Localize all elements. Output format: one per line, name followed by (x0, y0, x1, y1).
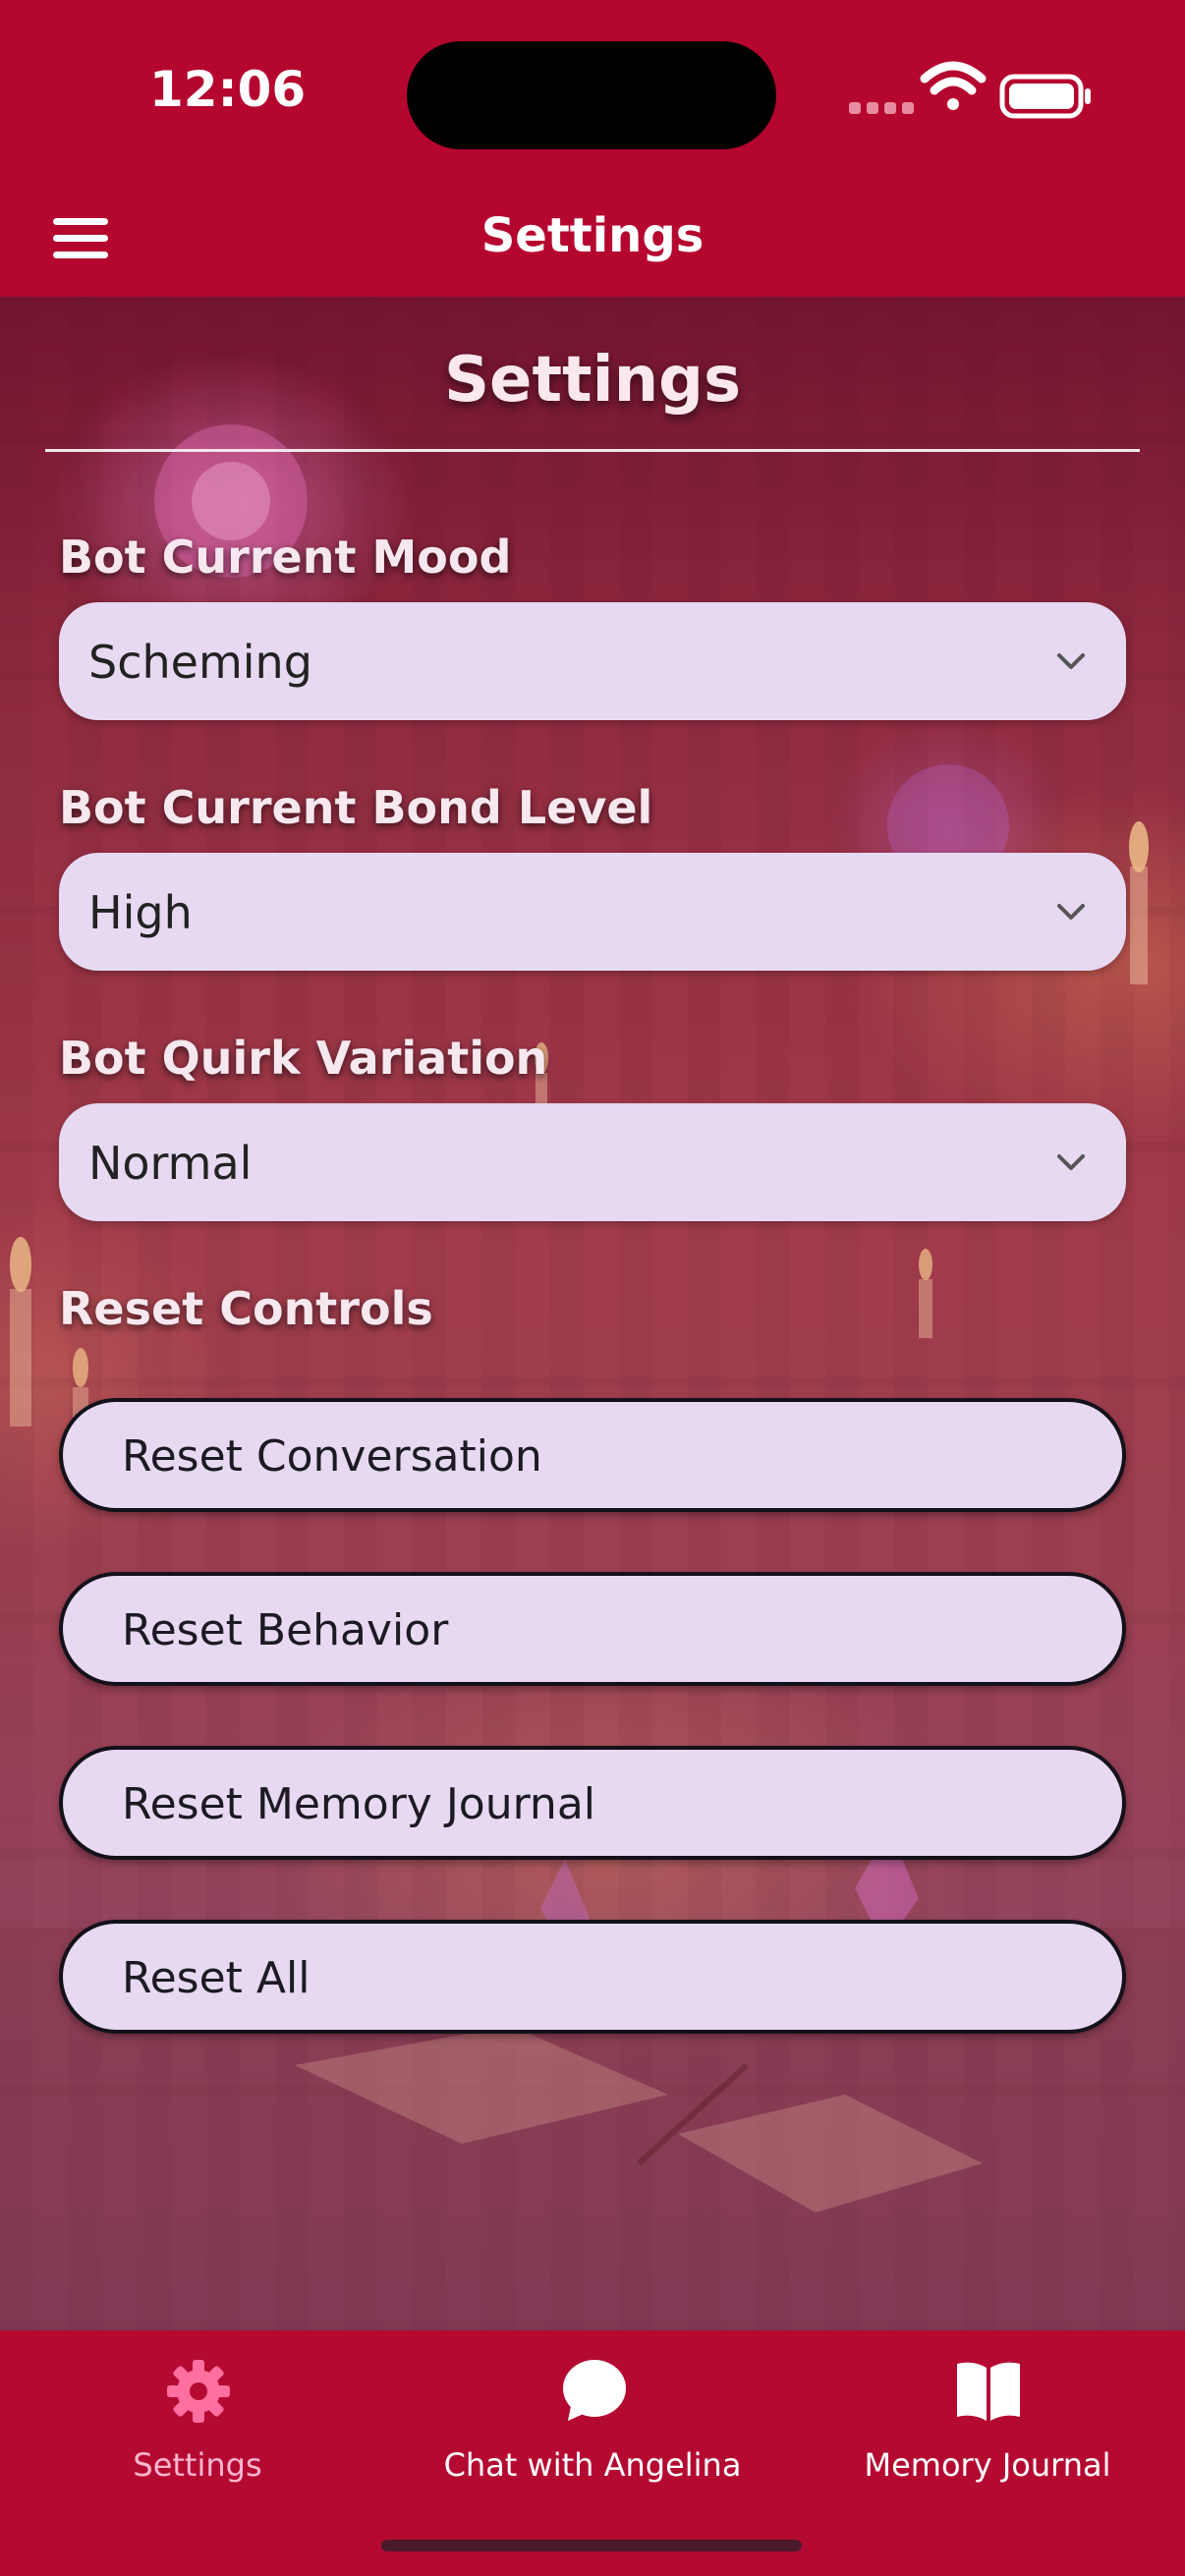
battery-icon (999, 74, 1091, 119)
book-icon (957, 2362, 1020, 2421)
tab-settings-label: Settings (133, 2446, 262, 2484)
title-divider (45, 449, 1140, 452)
status-time: 12:06 (149, 61, 307, 118)
reset-behavior-button[interactable]: Reset Behavior (59, 1572, 1126, 1686)
chevron-down-icon (1057, 653, 1085, 669)
mood-value: Scheming (88, 636, 312, 689)
tab-memory-journal-label: Memory Journal (864, 2446, 1111, 2484)
gear-icon (167, 2360, 230, 2423)
signal-icon (849, 102, 914, 114)
status-icons (849, 61, 1091, 119)
mood-dropdown[interactable]: Scheming (59, 602, 1126, 720)
home-indicator (381, 2540, 802, 2551)
chevron-down-icon (1057, 1154, 1085, 1170)
reset-all-button[interactable]: Reset All (59, 1920, 1126, 2034)
wifi-icon (920, 61, 987, 110)
chevron-down-icon (1057, 904, 1085, 920)
tab-settings[interactable]: Settings (0, 2330, 395, 2527)
app-bar-title: Settings (480, 208, 705, 263)
chat-bubble-icon (563, 2360, 626, 2421)
reset-memory-journal-button[interactable]: Reset Memory Journal (59, 1746, 1126, 1860)
quirk-value: Normal (88, 1137, 253, 1190)
tab-chat-label: Chat with Angelina (443, 2446, 742, 2484)
mood-label: Bot Current Mood (59, 531, 512, 584)
tab-memory-journal[interactable]: Memory Journal (790, 2330, 1185, 2527)
reset-conversation-button[interactable]: Reset Conversation (59, 1398, 1126, 1512)
tab-chat[interactable]: Chat with Angelina (395, 2330, 790, 2527)
bond-value: High (88, 886, 193, 939)
bond-dropdown[interactable]: High (59, 853, 1126, 971)
quirk-label: Bot Quirk Variation (59, 1032, 548, 1085)
page-title: Settings (443, 344, 742, 417)
reset-controls-label: Reset Controls (59, 1282, 433, 1335)
app-header: 12:06 Settings (0, 0, 1185, 297)
bond-label: Bot Current Bond Level (59, 781, 653, 834)
quirk-dropdown[interactable]: Normal (59, 1103, 1126, 1221)
dynamic-island (407, 41, 776, 149)
